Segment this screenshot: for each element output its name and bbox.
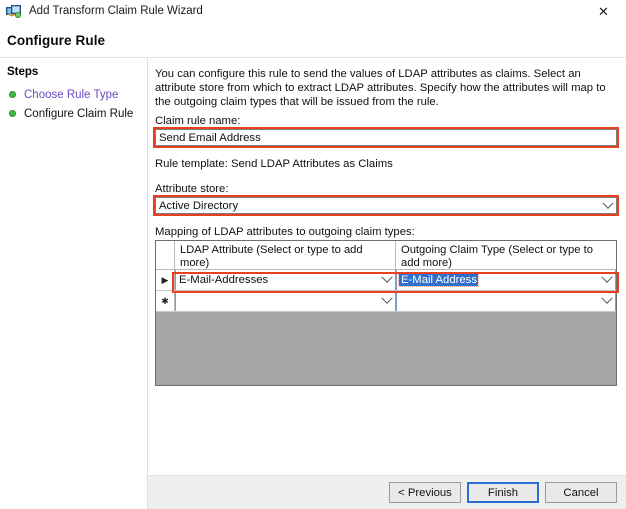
title-bar: Add Transform Claim Rule Wizard ✕ [0,0,626,22]
rule-template-label: Rule template: Send LDAP Attributes as C… [155,158,393,170]
rule-description: You can configure this rule to send the … [155,68,606,109]
cell-ldap-attribute-value: E-Mail-Addresses [179,274,269,286]
column-header-outgoing-claim-type[interactable]: Outgoing Claim Type (Select or type to a… [396,241,616,269]
attribute-store-select[interactable]: Active Directory [155,197,617,214]
chevron-down-icon[interactable] [599,197,616,210]
cell-ldap-attribute[interactable] [175,291,396,311]
sidebar-item-configure-claim-rule[interactable]: Configure Claim Rule [0,104,147,123]
cell-outgoing-claim-type[interactable] [396,291,616,311]
row-indicator-current-icon: ▶ [156,270,175,290]
row-indicator-new-icon: ✱ [156,291,175,311]
chevron-down-icon[interactable] [598,271,615,284]
attribute-store-label: Attribute store: [155,183,229,195]
chevron-down-icon[interactable] [378,271,395,284]
step-bullet-icon [9,91,16,98]
mapping-grid[interactable]: LDAP Attribute (Select or type to add mo… [155,240,617,386]
steps-panel: Steps Choose Rule Type Configure Claim R… [0,58,147,509]
mapping-label: Mapping of LDAP attributes to outgoing c… [155,226,415,238]
footer-buttons: < Previous Finish Cancel [389,482,617,503]
sidebar-item-label: Choose Rule Type [24,88,119,101]
wizard-window: Add Transform Claim Rule Wizard ✕ Config… [0,0,626,509]
chevron-down-icon[interactable] [598,292,615,305]
steps-heading: Steps [7,66,39,78]
step-bullet-icon [9,110,16,117]
cancel-button[interactable]: Cancel [545,482,617,503]
claim-rule-name-label: Claim rule name: [155,115,241,127]
column-header-ldap-attribute[interactable]: LDAP Attribute (Select or type to add mo… [175,241,396,269]
table-row[interactable]: ✱ [156,291,616,312]
cell-ldap-attribute[interactable]: E-Mail-Addresses [175,270,396,290]
close-icon[interactable]: ✕ [581,0,626,22]
cell-outgoing-claim-type-value: E-Mail Address [398,273,479,287]
page-title: Configure Rule [7,33,106,48]
footer-bar: < Previous Finish Cancel [148,476,626,509]
grid-empty-area [156,312,616,385]
cell-outgoing-claim-type[interactable]: E-Mail Address [396,270,616,290]
sidebar-item-choose-rule-type[interactable]: Choose Rule Type [0,85,147,104]
previous-button[interactable]: < Previous [389,482,461,503]
grid-corner-cell [156,241,175,269]
chevron-down-icon[interactable] [378,292,395,305]
claim-rule-name-input[interactable] [155,129,617,146]
attribute-store-value: Active Directory [159,199,239,212]
sidebar-item-label: Configure Claim Rule [24,107,134,120]
wizard-icon [6,3,22,19]
finish-button[interactable]: Finish [467,482,539,503]
window-title: Add Transform Claim Rule Wizard [29,5,203,17]
table-row[interactable]: ▶ E-Mail-Addresses E-Mail Address [156,270,616,291]
content-panel: You can configure this rule to send the … [148,58,626,475]
grid-header-row: LDAP Attribute (Select or type to add mo… [156,241,616,270]
steps-list: Choose Rule Type Configure Claim Rule [0,85,147,123]
